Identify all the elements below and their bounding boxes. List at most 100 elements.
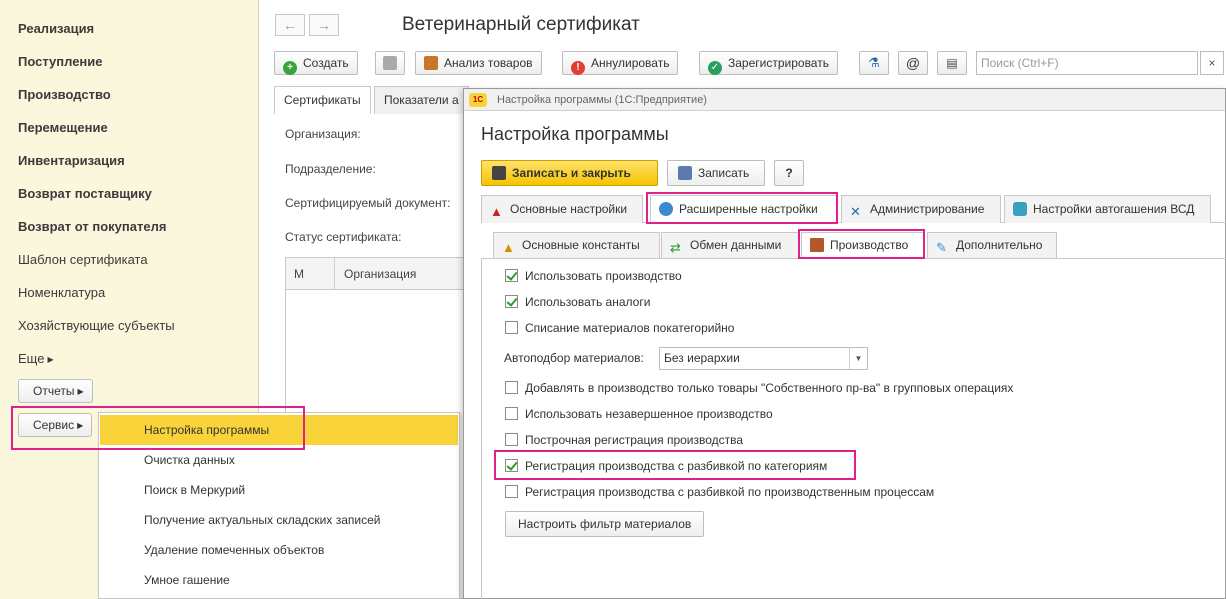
copy-icon bbox=[383, 56, 397, 70]
checkbox-write-off-label: Списание материалов покатегорийно bbox=[525, 321, 735, 335]
sidebar-item-transfer[interactable]: Перемещение bbox=[18, 120, 108, 135]
tab-basic-constants-label: Основные константы bbox=[522, 238, 640, 252]
sidebar-item-business-entities[interactable]: Хозяйствующие субъекты bbox=[18, 318, 175, 333]
chevron-right-icon: ▶ bbox=[77, 387, 84, 396]
shield-icon: ! bbox=[571, 61, 585, 75]
email-button[interactable]: @ bbox=[898, 51, 928, 75]
save-label: Записать bbox=[698, 166, 750, 180]
sidebar-item-more[interactable]: Еще ▶ bbox=[18, 351, 54, 366]
search-input[interactable]: Поиск (Ctrl+F) bbox=[976, 51, 1198, 75]
tab-additional-label: Дополнительно bbox=[956, 238, 1043, 252]
create-button[interactable]: + Создать bbox=[274, 51, 358, 75]
tab-indicators[interactable]: Показатели а bbox=[374, 86, 469, 114]
autoselect-value: Без иерархии bbox=[664, 351, 740, 365]
tab-production-label: Производство bbox=[830, 238, 909, 252]
chevron-right-icon: ▶ bbox=[47, 355, 54, 364]
save-icon bbox=[678, 166, 692, 180]
printer-icon: ▤ bbox=[946, 56, 958, 70]
1c-logo-icon: 1С bbox=[469, 93, 487, 107]
save-button[interactable]: Записать bbox=[667, 160, 765, 186]
certified-document-label: Сертифицируемый документ: bbox=[285, 196, 451, 210]
checkbox-checked-icon[interactable] bbox=[505, 459, 518, 472]
checkbox-unchecked-icon[interactable] bbox=[505, 321, 518, 334]
menu-item-smart-redemption[interactable]: Умное гашение bbox=[100, 565, 458, 595]
create-button-label: Создать bbox=[303, 56, 349, 70]
service-button[interactable]: Сервис ▶ bbox=[18, 413, 93, 437]
tab-autoredemption-settings[interactable]: Настройки автогашения ВСД bbox=[1004, 195, 1211, 223]
tab-data-exchange[interactable]: ⇄ Обмен данными bbox=[661, 232, 799, 258]
chevron-down-icon[interactable]: ▼ bbox=[849, 348, 867, 369]
tab-advanced-settings[interactable]: Расширенные настройки bbox=[650, 195, 838, 223]
save-and-close-label: Записать и закрыть bbox=[512, 166, 631, 180]
warning-icon: ▲ bbox=[490, 204, 503, 219]
menu-item-warehouse-records[interactable]: Получение актуальных складских записей bbox=[100, 505, 458, 535]
sidebar-item-inventory[interactable]: Инвентаризация bbox=[18, 153, 125, 168]
certificate-status-label: Статус сертификата: bbox=[285, 230, 402, 244]
tab-basic-settings-label: Основные настройки bbox=[510, 202, 628, 216]
sidebar-item-nomenclature[interactable]: Номенклатура bbox=[18, 285, 105, 300]
save-and-close-button[interactable]: Записать и закрыть bbox=[481, 160, 658, 186]
register-button[interactable]: ✓ Зарегистрировать bbox=[699, 51, 838, 75]
autoselect-materials-select[interactable]: Без иерархии ▼ bbox=[659, 347, 868, 370]
checkbox-unchecked-icon[interactable] bbox=[505, 381, 518, 394]
tab-production[interactable]: Производство bbox=[801, 232, 925, 258]
tab-basic-settings[interactable]: ▲ Основные настройки bbox=[481, 195, 643, 223]
dialog-titlebar[interactable]: 1С Настройка программы (1С:Предприятие) bbox=[464, 89, 1225, 111]
reports-button-label: Отчеты bbox=[33, 384, 75, 398]
checkbox-checked-icon[interactable] bbox=[505, 269, 518, 282]
sidebar-item-certificate-template[interactable]: Шаблон сертификата bbox=[18, 252, 148, 267]
nav-back-button[interactable]: ← bbox=[275, 14, 305, 36]
microscope-button[interactable]: ⚗ bbox=[859, 51, 889, 75]
settings-dialog: 1С Настройка программы (1С:Предприятие) … bbox=[463, 88, 1226, 599]
service-button-label: Сервис bbox=[33, 418, 75, 432]
checkbox-unchecked-icon[interactable] bbox=[505, 433, 518, 446]
checkbox-use-production[interactable]: Использовать производство bbox=[505, 269, 682, 283]
tab-certificates[interactable]: Сертификаты bbox=[274, 86, 371, 114]
autoselect-materials-label: Автоподбор материалов: bbox=[504, 351, 644, 365]
tab-basic-constants[interactable]: ▲ Основные константы bbox=[493, 232, 660, 258]
search-clear-button[interactable]: × bbox=[1200, 51, 1224, 75]
dialog-heading: Настройка программы bbox=[481, 124, 669, 144]
print-button[interactable]: ▤ bbox=[937, 51, 967, 75]
checkbox-checked-icon[interactable] bbox=[505, 295, 518, 308]
reports-button[interactable]: Отчеты ▶ bbox=[18, 379, 93, 403]
column-header-organization[interactable]: Организация bbox=[344, 258, 416, 290]
checkbox-write-off-by-category[interactable]: Списание материалов покатегорийно bbox=[505, 321, 734, 335]
save-icon bbox=[492, 166, 506, 180]
menu-item-delete-marked[interactable]: Удаление помеченных объектов bbox=[100, 535, 458, 565]
nav-forward-button[interactable]: → bbox=[309, 14, 339, 36]
analyze-goods-button[interactable]: Анализ товаров bbox=[415, 51, 542, 75]
checkbox-registration-by-category[interactable]: Регистрация производства с разбивкой по … bbox=[505, 459, 827, 473]
sidebar-item-sales[interactable]: Реализация bbox=[18, 21, 94, 36]
column-header-m[interactable]: М bbox=[294, 258, 304, 290]
sidebar-item-receipt[interactable]: Поступление bbox=[18, 54, 103, 69]
annul-button[interactable]: ! Аннулировать bbox=[562, 51, 679, 75]
help-button[interactable]: ? bbox=[774, 160, 804, 186]
checkbox-line-registration-label: Построчная регистрация производства bbox=[525, 433, 744, 447]
checkbox-unchecked-icon[interactable] bbox=[505, 485, 518, 498]
checkbox-unchecked-icon[interactable] bbox=[505, 407, 518, 420]
menu-item-program-settings[interactable]: Настройка программы bbox=[100, 415, 458, 445]
shield-check-icon: ✓ bbox=[708, 61, 722, 75]
sidebar-item-return-to-supplier[interactable]: Возврат поставщику bbox=[18, 186, 152, 201]
tab-administration[interactable]: ✕ Администрирование bbox=[841, 195, 1001, 223]
checkbox-line-registration[interactable]: Построчная регистрация производства bbox=[505, 433, 743, 447]
menu-item-mercury-search[interactable]: Поиск в Меркурий bbox=[100, 475, 458, 505]
checkbox-wip[interactable]: Использовать незавершенное производство bbox=[505, 407, 773, 421]
checkbox-own-production-only[interactable]: Добавлять в производство только товары "… bbox=[505, 381, 1013, 395]
factory-icon bbox=[810, 238, 824, 252]
annul-label: Аннулировать bbox=[591, 56, 670, 70]
tab-additional[interactable]: ✎ Дополнительно bbox=[927, 232, 1057, 258]
box-icon bbox=[424, 56, 438, 70]
configure-material-filter-button[interactable]: Настроить фильтр материалов bbox=[505, 511, 705, 537]
menu-item-data-cleanup[interactable]: Очистка данных bbox=[100, 445, 458, 475]
tab-autoredemption-label: Настройки автогашения ВСД bbox=[1033, 202, 1195, 216]
sidebar-item-more-label: Еще bbox=[18, 351, 45, 366]
checkbox-use-analogs[interactable]: Использовать аналоги bbox=[505, 295, 650, 309]
warning-icon: ▲ bbox=[502, 240, 515, 255]
sidebar-item-production[interactable]: Производство bbox=[18, 87, 111, 102]
copy-button[interactable] bbox=[375, 51, 405, 75]
sidebar-item-return-from-customer[interactable]: Возврат от покупателя bbox=[18, 219, 166, 234]
checkbox-registration-by-process[interactable]: Регистрация производства с разбивкой по … bbox=[505, 485, 934, 499]
tools-icon: ✕ bbox=[850, 204, 861, 219]
